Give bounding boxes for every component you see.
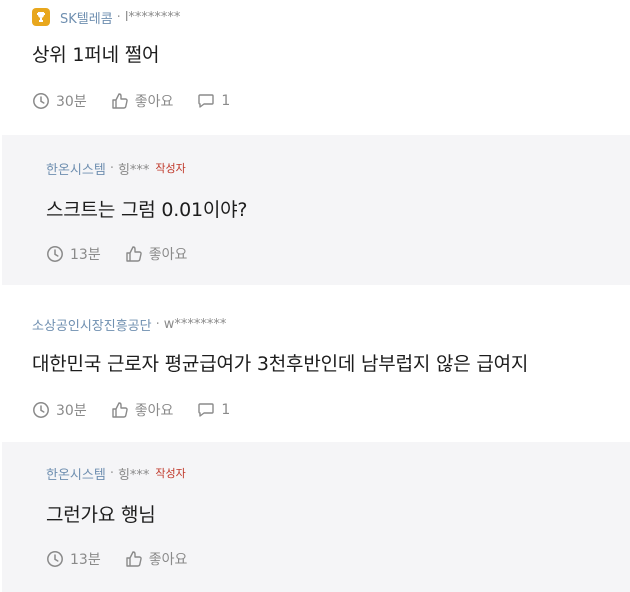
clock-icon (47, 246, 63, 262)
comment-actions: 30분 좋아요 1 (32, 91, 630, 111)
company-name[interactable]: 한온시스템 (46, 464, 106, 483)
author-name: w******** (163, 316, 227, 332)
author-name: l******** (124, 9, 181, 25)
author-badge: 작성자 (155, 162, 186, 175)
separator: · (155, 316, 160, 332)
time-label: 30분 (56, 403, 87, 419)
thumbs-up-icon (112, 402, 128, 418)
comment-meta: SK텔레콤 · l******** (32, 8, 630, 27)
timestamp: 13분 (46, 549, 101, 569)
clock-icon (47, 551, 63, 567)
speech-bubble-icon (198, 94, 215, 108)
like-button[interactable]: 좋아요 (111, 91, 174, 111)
author-name: 힝*** (117, 162, 150, 178)
timestamp: 13분 (46, 244, 101, 264)
separator: · (109, 160, 114, 176)
trophy-badge-icon (32, 8, 50, 26)
reply-text: 그런가요 행님 (46, 504, 156, 526)
author-name: 힝*** (117, 467, 150, 483)
company-name[interactable]: 소상공인시장진흥공단 (32, 315, 152, 334)
company-name[interactable]: 한온시스템 (46, 159, 106, 178)
reply-item: 한온시스템 · 힝*** 작성자 그런가요 행님 13분 좋아요 (2, 442, 630, 592)
separator: · (116, 9, 121, 25)
comment-meta: 소상공인시장진흥공단 · w******** (32, 315, 630, 334)
clock-icon (33, 402, 49, 418)
thumbs-up-icon (126, 246, 142, 262)
like-button[interactable]: 좋아요 (125, 549, 188, 569)
time-label: 30분 (56, 94, 87, 110)
like-label: 좋아요 (134, 94, 174, 110)
reply-button[interactable]: 1 (197, 92, 230, 110)
separator: · (109, 465, 114, 481)
clock-icon (33, 93, 49, 109)
like-label: 좋아요 (148, 552, 188, 568)
company-name[interactable]: SK텔레콤 (60, 8, 113, 27)
like-button[interactable]: 좋아요 (125, 244, 188, 264)
comment-item: SK텔레콤 · l******** 상위 1퍼네 쩔어 30분 좋아요 1 (0, 0, 630, 135)
speech-bubble-icon (198, 403, 215, 417)
reply-meta: 한온시스템 · 힝*** 작성자 (46, 159, 630, 178)
like-label: 좋아요 (148, 247, 188, 263)
timestamp: 30분 (32, 400, 87, 420)
reply-meta: 한온시스템 · 힝*** 작성자 (46, 464, 630, 483)
reply-item: 한온시스템 · 힝*** 작성자 스크트는 그럼 0.01이야? 13분 좋아요 (2, 135, 630, 285)
comment-item: 소상공인시장진흥공단 · w******** 대한민국 근로자 평균급여가 3천… (0, 285, 630, 442)
reply-actions: 13분 좋아요 (46, 549, 630, 569)
reply-actions: 13분 좋아요 (46, 244, 630, 264)
reply-text: 스크트는 그럼 0.01이야? (46, 199, 248, 221)
comment-text: 대한민국 근로자 평균급여가 3천후반인데 남부럽지 않은 급여지 (32, 353, 529, 375)
reply-count: 1 (221, 93, 231, 109)
comment-actions: 30분 좋아요 1 (32, 400, 630, 420)
thumbs-up-icon (112, 93, 128, 109)
reply-count: 1 (221, 402, 231, 418)
like-button[interactable]: 좋아요 (111, 400, 174, 420)
timestamp: 30분 (32, 91, 87, 111)
comment-text: 상위 1퍼네 쩔어 (32, 44, 160, 66)
time-label: 13분 (70, 552, 101, 568)
author-badge: 작성자 (155, 467, 186, 480)
reply-button[interactable]: 1 (197, 401, 230, 419)
time-label: 13분 (70, 247, 101, 263)
thumbs-up-icon (126, 551, 142, 567)
like-label: 좋아요 (134, 403, 174, 419)
